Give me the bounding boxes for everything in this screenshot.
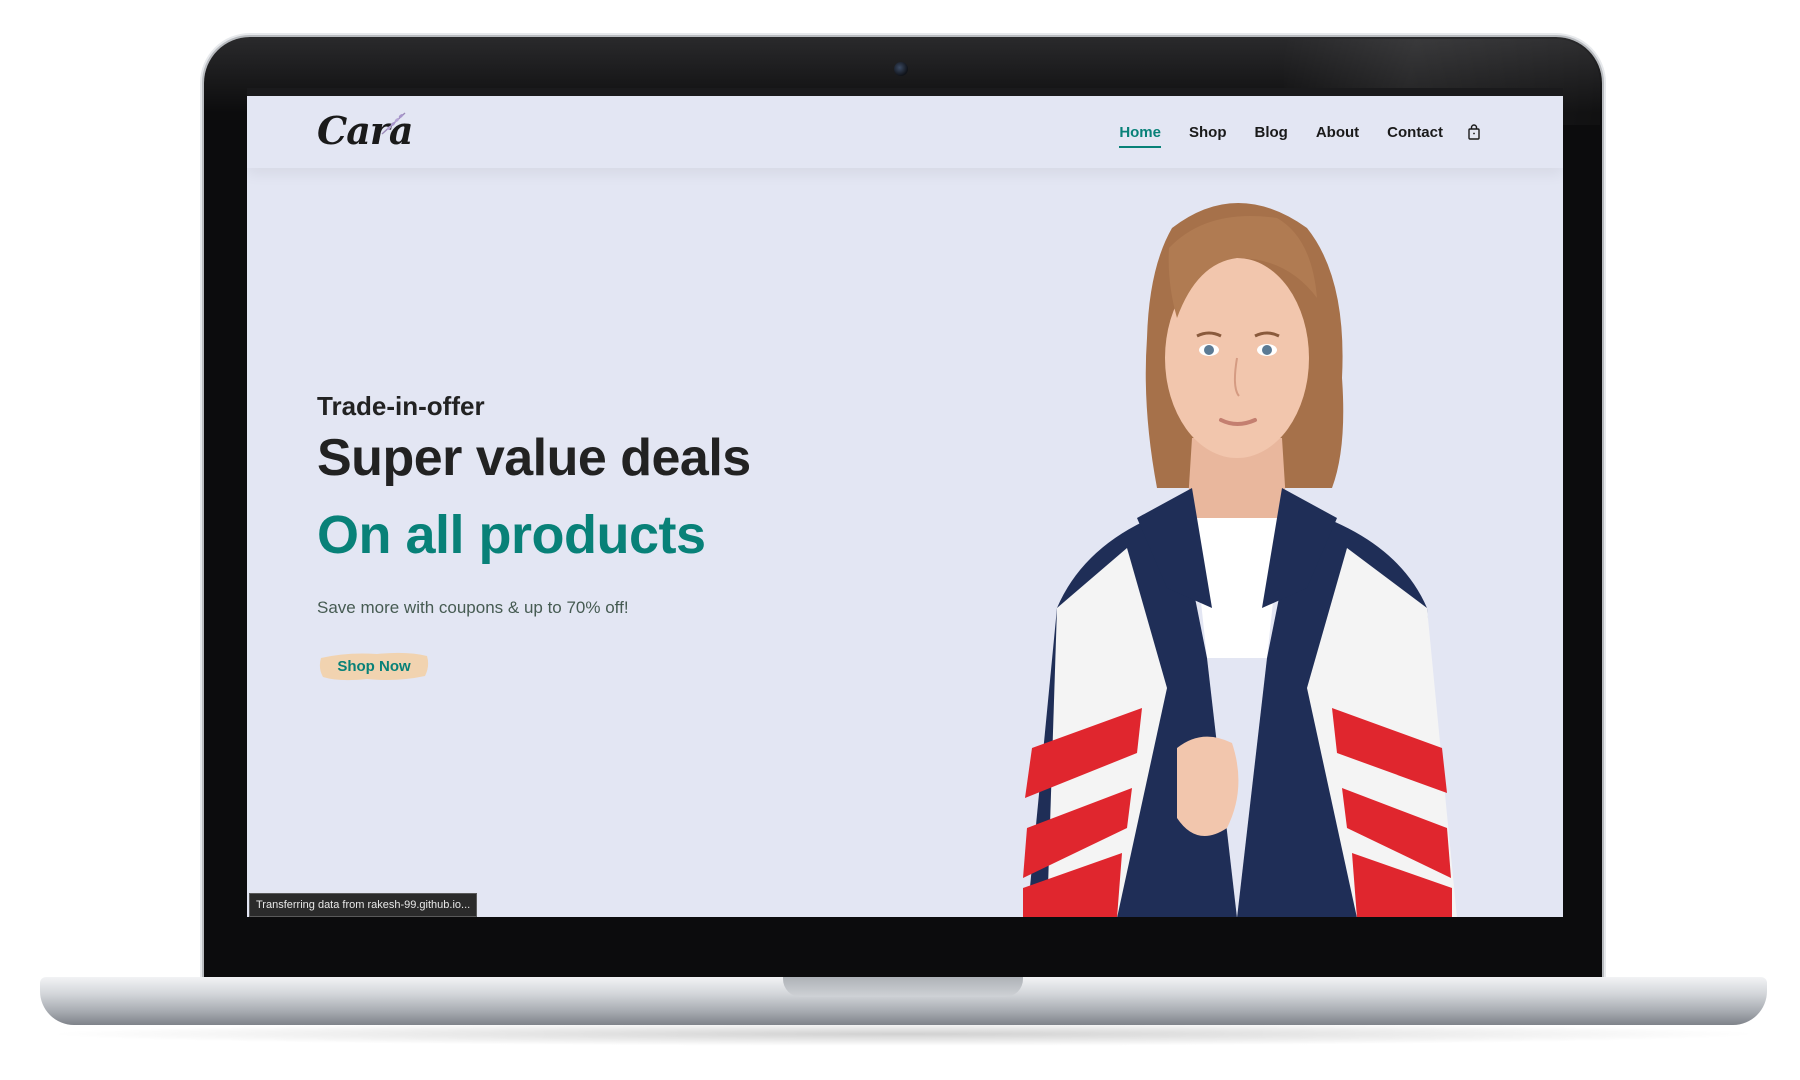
nav-item-blog[interactable]: Blog	[1241, 124, 1302, 141]
nav-item-home[interactable]: Home	[1105, 124, 1175, 148]
browser-top-strip	[247, 88, 1563, 96]
nav-item-contact[interactable]: Contact	[1373, 124, 1457, 141]
browser-status-bar: Transferring data from rakesh-99.github.…	[249, 893, 478, 917]
webcam-icon	[894, 62, 908, 76]
laptop-shadow	[40, 1022, 1767, 1046]
site-header: Cara Home Shop Blog About Contact	[247, 96, 1563, 168]
nav-item-shop[interactable]: Shop	[1175, 124, 1241, 141]
laptop-screen: Cara Home Shop Blog About Contact Trade-…	[247, 96, 1563, 917]
shop-now-label: Shop Now	[337, 657, 411, 675]
hero-kicker: Trade-in-offer	[317, 391, 485, 421]
hero-model-image	[1023, 203, 1457, 917]
hero-subtitle: On all products	[317, 505, 706, 565]
site-logo[interactable]: Cara	[317, 104, 414, 160]
laptop-base-notch	[783, 977, 1023, 997]
shop-now-button[interactable]: Shop Now	[317, 648, 431, 684]
shopping-bag-icon[interactable]	[1465, 123, 1483, 141]
main-nav: Home Shop Blog About Contact	[1105, 96, 1483, 168]
hero-description: Save more with coupons & up to 70% off!	[317, 598, 629, 617]
hero-section: Trade-in-offer Super value deals On all …	[317, 391, 751, 684]
hero-title: Super value deals	[317, 429, 751, 487]
lavender-sprig-icon	[381, 112, 406, 135]
nav-item-about[interactable]: About	[1302, 124, 1373, 141]
